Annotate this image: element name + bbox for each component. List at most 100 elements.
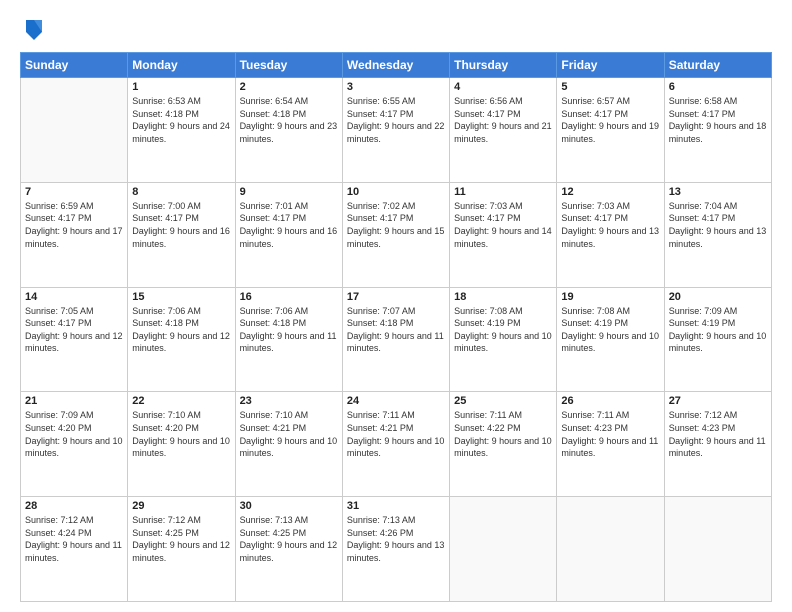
weekday-header-friday: Friday <box>557 53 664 78</box>
day-info: Sunrise: 7:04 AMSunset: 4:17 PMDaylight:… <box>669 200 767 250</box>
day-number: 1 <box>132 81 230 93</box>
day-info: Sunrise: 6:54 AMSunset: 4:18 PMDaylight:… <box>240 95 338 145</box>
day-number: 8 <box>132 186 230 198</box>
day-info: Sunrise: 7:06 AMSunset: 4:18 PMDaylight:… <box>240 305 338 355</box>
calendar-cell: 25 Sunrise: 7:11 AMSunset: 4:22 PMDayligh… <box>450 392 557 497</box>
day-number: 7 <box>25 186 123 198</box>
page: SundayMondayTuesdayWednesdayThursdayFrid… <box>0 0 792 612</box>
day-info: Sunrise: 7:03 AMSunset: 4:17 PMDaylight:… <box>454 200 552 250</box>
calendar-cell: 4 Sunrise: 6:56 AMSunset: 4:17 PMDaylight… <box>450 78 557 183</box>
calendar-cell: 10 Sunrise: 7:02 AMSunset: 4:17 PMDayligh… <box>342 182 449 287</box>
day-number: 17 <box>347 291 445 303</box>
calendar-cell: 7 Sunrise: 6:59 AMSunset: 4:17 PMDaylight… <box>21 182 128 287</box>
calendar-cell: 9 Sunrise: 7:01 AMSunset: 4:17 PMDaylight… <box>235 182 342 287</box>
calendar-week-2: 7 Sunrise: 6:59 AMSunset: 4:17 PMDaylight… <box>21 182 772 287</box>
day-number: 15 <box>132 291 230 303</box>
day-number: 6 <box>669 81 767 93</box>
day-info: Sunrise: 7:11 AMSunset: 4:23 PMDaylight:… <box>561 409 659 459</box>
day-number: 4 <box>454 81 552 93</box>
day-info: Sunrise: 7:12 AMSunset: 4:23 PMDaylight:… <box>669 409 767 459</box>
day-info: Sunrise: 7:12 AMSunset: 4:24 PMDaylight:… <box>25 514 123 564</box>
day-info: Sunrise: 7:12 AMSunset: 4:25 PMDaylight:… <box>132 514 230 564</box>
weekday-header-tuesday: Tuesday <box>235 53 342 78</box>
calendar-cell: 11 Sunrise: 7:03 AMSunset: 4:17 PMDayligh… <box>450 182 557 287</box>
day-number: 29 <box>132 500 230 512</box>
weekday-header-monday: Monday <box>128 53 235 78</box>
calendar-cell: 24Sunrise: 7:11 AMSunset: 4:21 PMDayligh… <box>342 392 449 497</box>
calendar-cell: 29 Sunrise: 7:12 AMSunset: 4:25 PMDayligh… <box>128 497 235 602</box>
day-number: 24 <box>347 395 445 407</box>
day-info: Sunrise: 6:56 AMSunset: 4:17 PMDaylight:… <box>454 95 552 145</box>
weekday-header-saturday: Saturday <box>664 53 771 78</box>
calendar-cell: 13 Sunrise: 7:04 AMSunset: 4:17 PMDayligh… <box>664 182 771 287</box>
calendar-week-3: 14 Sunrise: 7:05 AMSunset: 4:17 PMDayligh… <box>21 287 772 392</box>
calendar-cell: 8Sunrise: 7:00 AMSunset: 4:17 PMDaylight… <box>128 182 235 287</box>
day-number: 23 <box>240 395 338 407</box>
day-number: 30 <box>240 500 338 512</box>
logo-icon <box>22 16 46 44</box>
calendar-cell: 31Sunrise: 7:13 AMSunset: 4:26 PMDayligh… <box>342 497 449 602</box>
header <box>20 16 772 44</box>
day-info: Sunrise: 7:09 AMSunset: 4:19 PMDaylight:… <box>669 305 767 355</box>
calendar-cell: 15 Sunrise: 7:06 AMSunset: 4:18 PMDayligh… <box>128 287 235 392</box>
calendar-cell: 27 Sunrise: 7:12 AMSunset: 4:23 PMDayligh… <box>664 392 771 497</box>
day-number: 21 <box>25 395 123 407</box>
weekday-header-row: SundayMondayTuesdayWednesdayThursdayFrid… <box>21 53 772 78</box>
calendar-week-4: 21 Sunrise: 7:09 AMSunset: 4:20 PMDayligh… <box>21 392 772 497</box>
day-info: Sunrise: 7:07 AMSunset: 4:18 PMDaylight:… <box>347 305 445 355</box>
day-number: 19 <box>561 291 659 303</box>
day-number: 18 <box>454 291 552 303</box>
day-info: Sunrise: 7:02 AMSunset: 4:17 PMDaylight:… <box>347 200 445 250</box>
calendar-cell: 19Sunrise: 7:08 AMSunset: 4:19 PMDayligh… <box>557 287 664 392</box>
day-number: 13 <box>669 186 767 198</box>
day-number: 5 <box>561 81 659 93</box>
day-number: 11 <box>454 186 552 198</box>
day-info: Sunrise: 6:53 AMSunset: 4:18 PMDaylight:… <box>132 95 230 145</box>
day-info: Sunrise: 6:58 AMSunset: 4:17 PMDaylight:… <box>669 95 767 145</box>
day-info: Sunrise: 7:05 AMSunset: 4:17 PMDaylight:… <box>25 305 123 355</box>
day-info: Sunrise: 7:09 AMSunset: 4:20 PMDaylight:… <box>25 409 123 459</box>
day-number: 9 <box>240 186 338 198</box>
day-number: 10 <box>347 186 445 198</box>
day-number: 3 <box>347 81 445 93</box>
day-info: Sunrise: 7:10 AMSunset: 4:20 PMDaylight:… <box>132 409 230 459</box>
day-number: 20 <box>669 291 767 303</box>
calendar-cell: 22 Sunrise: 7:10 AMSunset: 4:20 PMDayligh… <box>128 392 235 497</box>
weekday-header-sunday: Sunday <box>21 53 128 78</box>
day-number: 28 <box>25 500 123 512</box>
calendar-cell: 3 Sunrise: 6:55 AMSunset: 4:17 PMDaylight… <box>342 78 449 183</box>
calendar-table: SundayMondayTuesdayWednesdayThursdayFrid… <box>20 52 772 602</box>
calendar-cell: 1 Sunrise: 6:53 AMSunset: 4:18 PMDaylight… <box>128 78 235 183</box>
calendar-cell: 26 Sunrise: 7:11 AMSunset: 4:23 PMDayligh… <box>557 392 664 497</box>
calendar-cell: 14 Sunrise: 7:05 AMSunset: 4:17 PMDayligh… <box>21 287 128 392</box>
day-info: Sunrise: 7:06 AMSunset: 4:18 PMDaylight:… <box>132 305 230 355</box>
day-number: 31 <box>347 500 445 512</box>
day-number: 22 <box>132 395 230 407</box>
day-number: 16 <box>240 291 338 303</box>
weekday-header-thursday: Thursday <box>450 53 557 78</box>
day-info: Sunrise: 7:01 AMSunset: 4:17 PMDaylight:… <box>240 200 338 250</box>
calendar-cell: 21 Sunrise: 7:09 AMSunset: 4:20 PMDayligh… <box>21 392 128 497</box>
day-number: 27 <box>669 395 767 407</box>
calendar-cell: 17 Sunrise: 7:07 AMSunset: 4:18 PMDayligh… <box>342 287 449 392</box>
calendar-week-5: 28 Sunrise: 7:12 AMSunset: 4:24 PMDayligh… <box>21 497 772 602</box>
day-info: Sunrise: 7:08 AMSunset: 4:19 PMDaylight:… <box>454 305 552 355</box>
day-number: 2 <box>240 81 338 93</box>
day-number: 25 <box>454 395 552 407</box>
logo <box>20 16 46 44</box>
day-info: Sunrise: 6:55 AMSunset: 4:17 PMDaylight:… <box>347 95 445 145</box>
calendar-cell: 6 Sunrise: 6:58 AMSunset: 4:17 PMDaylight… <box>664 78 771 183</box>
day-info: Sunrise: 7:11 AMSunset: 4:22 PMDaylight:… <box>454 409 552 459</box>
calendar-cell <box>21 78 128 183</box>
calendar-week-1: 1 Sunrise: 6:53 AMSunset: 4:18 PMDaylight… <box>21 78 772 183</box>
weekday-header-wednesday: Wednesday <box>342 53 449 78</box>
day-number: 26 <box>561 395 659 407</box>
calendar-cell: 28 Sunrise: 7:12 AMSunset: 4:24 PMDayligh… <box>21 497 128 602</box>
day-number: 14 <box>25 291 123 303</box>
day-info: Sunrise: 6:59 AMSunset: 4:17 PMDaylight:… <box>25 200 123 250</box>
calendar-cell: 18 Sunrise: 7:08 AMSunset: 4:19 PMDayligh… <box>450 287 557 392</box>
calendar-cell: 30Sunrise: 7:13 AMSunset: 4:25 PMDayligh… <box>235 497 342 602</box>
calendar-cell: 2 Sunrise: 6:54 AMSunset: 4:18 PMDaylight… <box>235 78 342 183</box>
calendar-cell: 16 Sunrise: 7:06 AMSunset: 4:18 PMDayligh… <box>235 287 342 392</box>
day-info: Sunrise: 7:10 AMSunset: 4:21 PMDaylight:… <box>240 409 338 459</box>
